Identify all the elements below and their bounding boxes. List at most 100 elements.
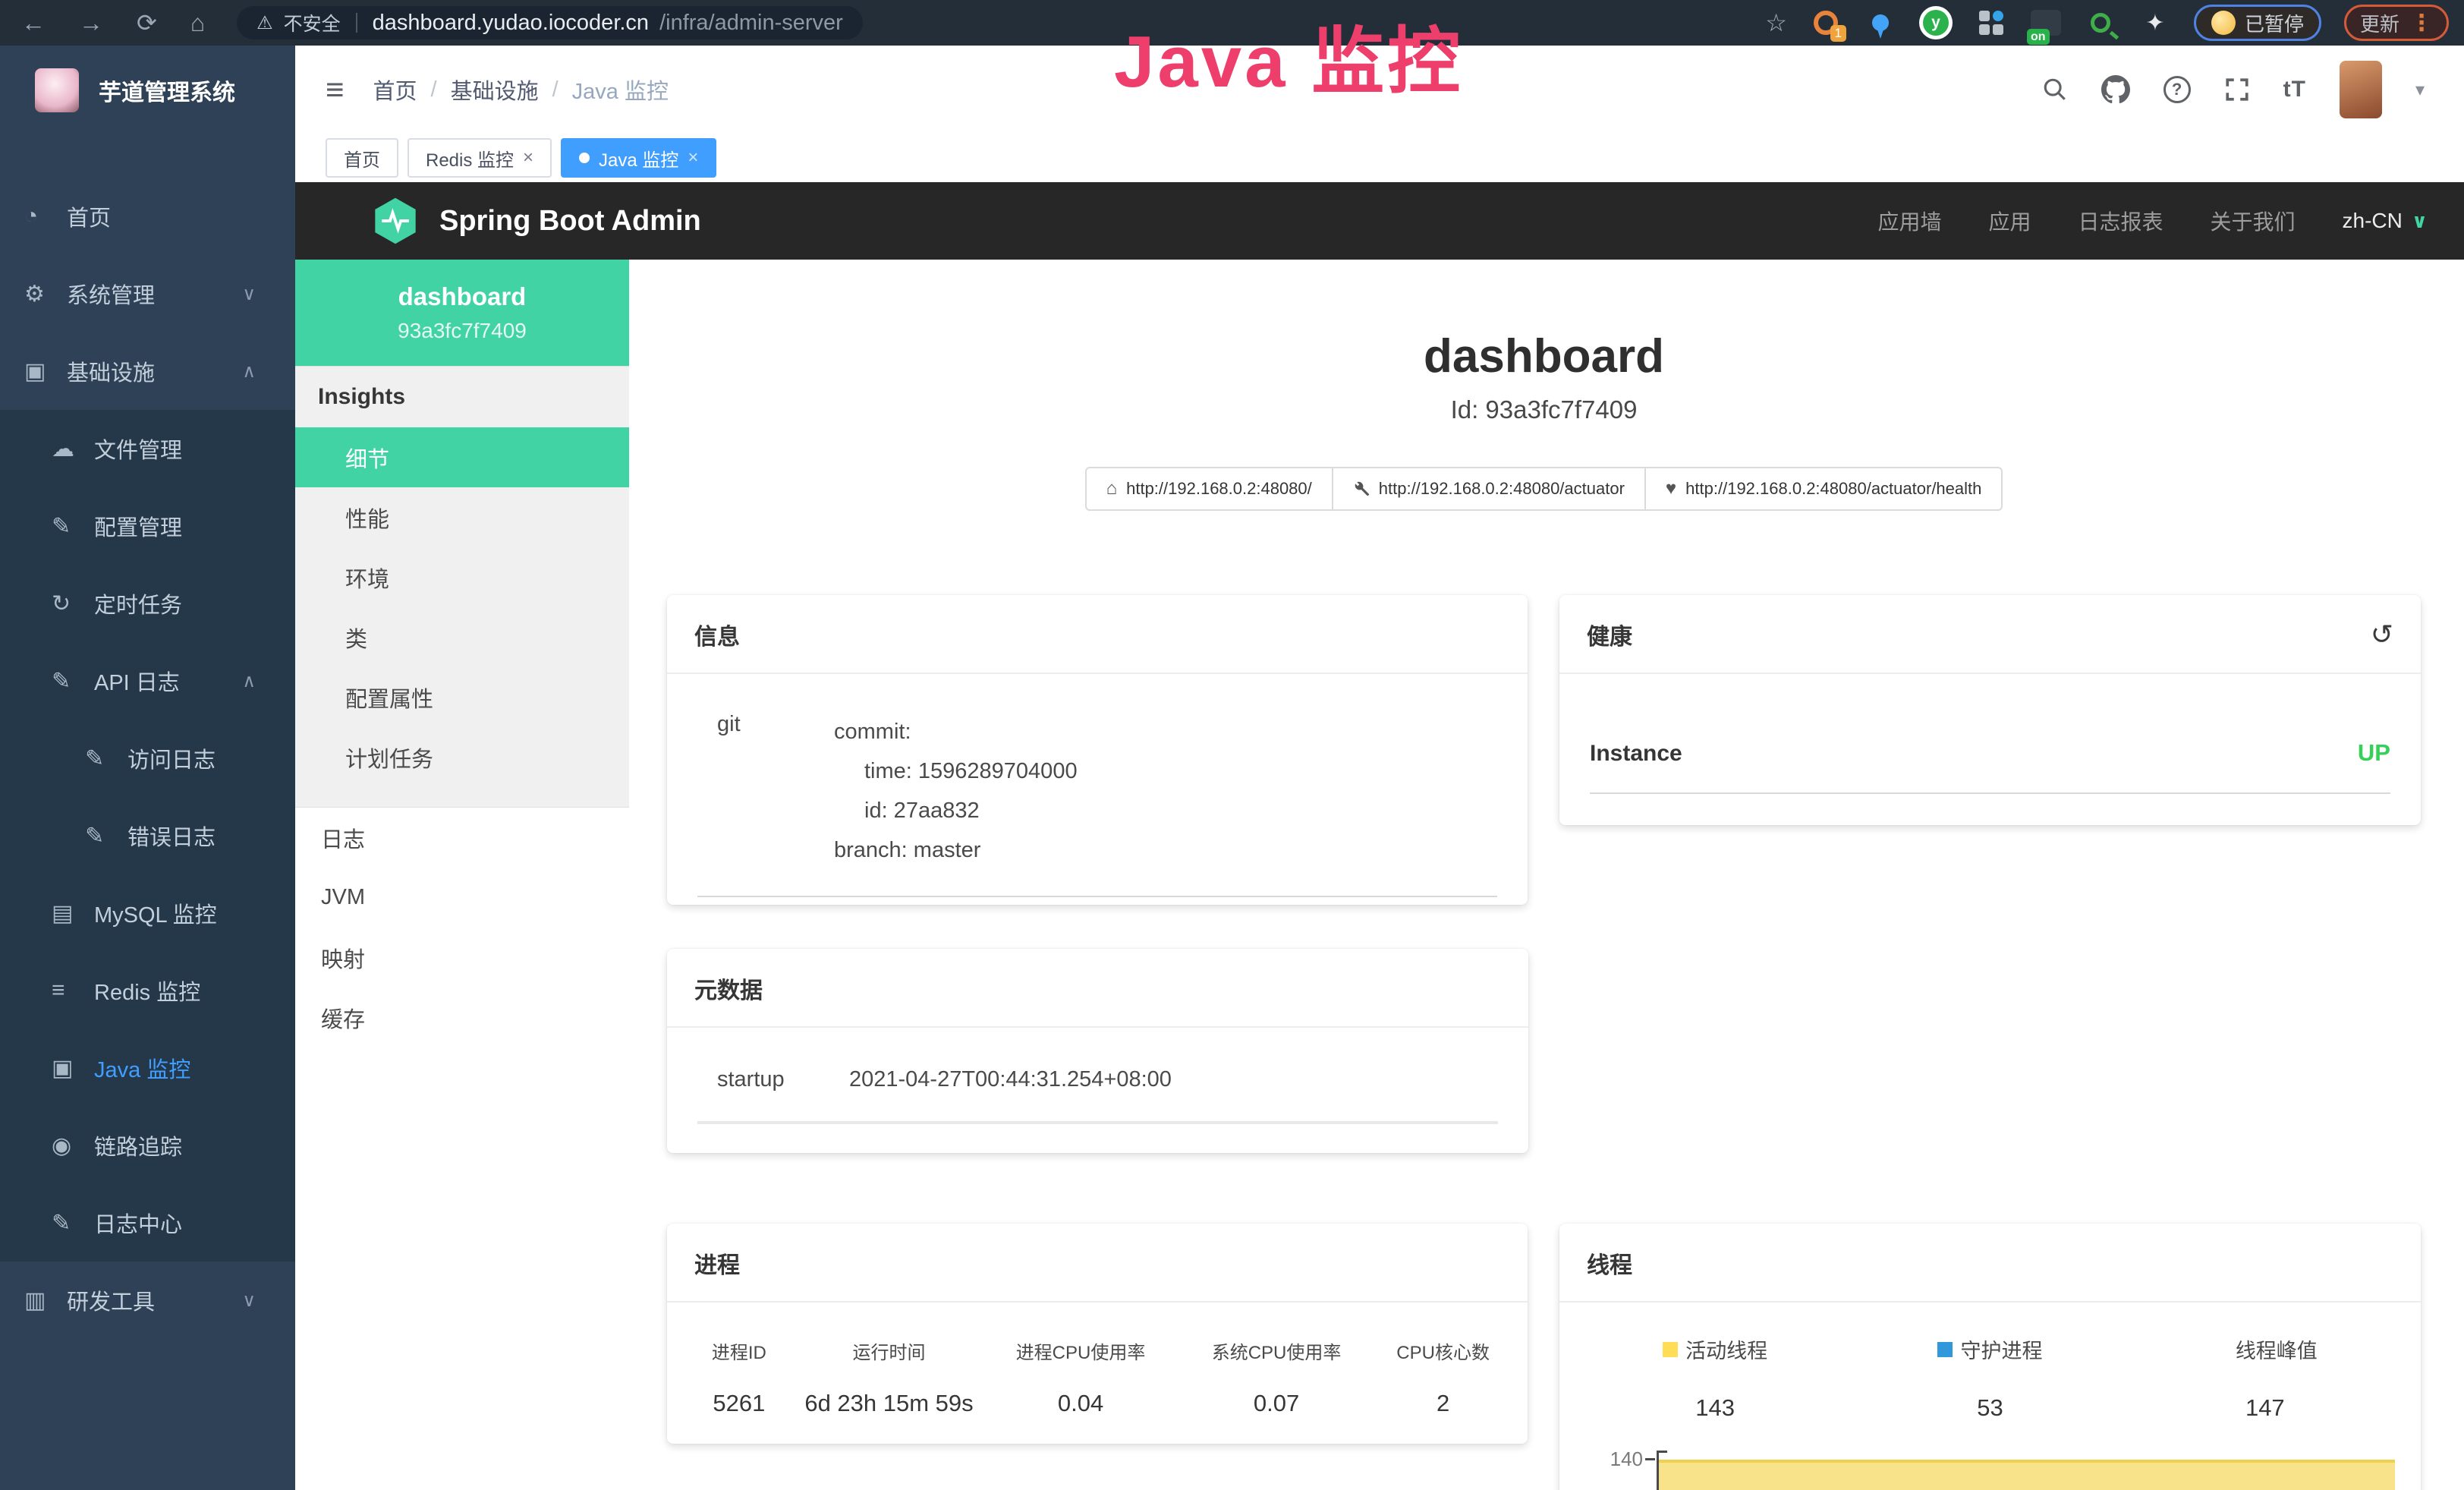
clock-icon: ↻ — [52, 591, 94, 617]
hamburger-icon[interactable]: ≡ — [326, 71, 345, 108]
sba-nav-item[interactable]: 关于我们 — [2211, 206, 2296, 236]
brand-logo — [35, 68, 79, 112]
gear-icon: ⚙ — [24, 281, 67, 307]
page-tab[interactable]: Redis 监控 × — [408, 138, 552, 178]
sba-sidebar-item[interactable]: 缓存 — [295, 988, 629, 1047]
forward-icon[interactable]: → — [79, 11, 103, 35]
extension-orange-icon[interactable]: 1 — [1810, 7, 1842, 39]
close-icon[interactable]: × — [688, 147, 698, 169]
sidebar-item[interactable]: ▥ 研发工具 ∨ — [0, 1262, 295, 1339]
instance-title: dashboard — [667, 329, 2421, 383]
sba-sidebar-item[interactable]: JVM — [295, 868, 629, 928]
security-label[interactable]: 不安全 — [284, 9, 341, 36]
tools-icon: ▥ — [24, 1287, 67, 1314]
chevron-down-icon: ∨ — [2412, 209, 2428, 233]
font-size-icon[interactable]: tT — [2283, 77, 2306, 102]
update-button[interactable]: 更新 ⋮ — [2344, 5, 2449, 41]
breadcrumb-home[interactable]: 首页 — [373, 74, 417, 106]
github-icon[interactable] — [2101, 75, 2130, 104]
sidebar-item[interactable]: ✎ API 日志 ∧ — [0, 642, 295, 720]
sba-item-label: JVM — [321, 885, 365, 910]
sidebar-item[interactable]: ✎ 配置管理 — [0, 487, 295, 565]
sidebar-item[interactable]: ◔ 首页 — [0, 178, 295, 255]
sba-app-header[interactable]: dashboard 93a3fc7f7409 — [295, 260, 629, 366]
sba-item-label: 类 — [345, 622, 367, 654]
page-tab[interactable]: Java 监控 × — [561, 138, 716, 178]
history-icon[interactable]: ↺ — [2371, 621, 2393, 648]
bookmark-star-icon[interactable]: ☆ — [1765, 8, 1787, 37]
insights-group-label: Insights — [295, 367, 629, 427]
sidebar-item[interactable]: ✎ 错误日志 — [0, 797, 295, 874]
sidebar-item[interactable]: ▣ Java 监控 — [0, 1029, 295, 1107]
on-badge: on — [2027, 29, 2050, 45]
close-icon[interactable]: × — [523, 147, 533, 169]
sidebar-item[interactable]: ✎ 访问日志 — [0, 720, 295, 797]
active-threads-area — [1659, 1460, 2395, 1490]
health-url-button[interactable]: ♥ http://192.168.0.2:48080/actuator/heal… — [1644, 467, 2003, 511]
legend-value: 53 — [1852, 1394, 2127, 1422]
process-metric: 运行时间 6d 23h 15m 59s — [798, 1337, 981, 1417]
sba-nav-item[interactable]: 应用 — [1988, 206, 2031, 236]
sba-sidebar-item[interactable]: 映射 — [295, 928, 629, 988]
sba-sidebar-item[interactable]: 细节 — [295, 427, 629, 487]
service-url-button[interactable]: ⌂ http://192.168.0.2:48080/ — [1085, 467, 1333, 511]
sba-sidebar-item[interactable]: 性能 — [295, 487, 629, 547]
sidebar-item[interactable]: ≡ Redis 监控 — [0, 952, 295, 1029]
wrench-icon — [1353, 480, 1370, 497]
sidebar-item[interactable]: ☁ 文件管理 — [0, 410, 295, 487]
brand: 芋道管理系统 — [0, 46, 295, 135]
heartbeat-icon: ♥ — [1666, 480, 1676, 498]
locale-selector[interactable]: zh-CN ∨ — [2343, 209, 2428, 233]
sba-nav-item[interactable]: 日志报表 — [2079, 206, 2163, 236]
sidebar-item[interactable]: ◉ 链路追踪 — [0, 1107, 295, 1184]
card-title: 信息 — [694, 618, 740, 651]
extension-search-icon[interactable] — [2085, 7, 2116, 39]
extension-dark-icon[interactable]: on — [2030, 7, 2062, 39]
sidebar-item[interactable]: ↻ 定时任务 — [0, 565, 295, 642]
legend-value: 143 — [1578, 1394, 1852, 1422]
sidebar-item[interactable]: ▤ MySQL 监控 — [0, 874, 295, 952]
url-path[interactable]: /infra/admin-server — [659, 11, 843, 36]
tab-label: Java 监控 — [599, 145, 678, 172]
sba-sidebar-item[interactable]: 计划任务 — [295, 727, 629, 787]
chevron-down-icon[interactable]: ▾ — [2415, 79, 2425, 101]
profile-paused-chip[interactable]: 已暂停 — [2194, 5, 2321, 41]
sba-content: dashboard Id: 93a3fc7f7409 ⌂ http://192.… — [629, 260, 2464, 1490]
info-row: git commit: time: 1596289704000 i — [697, 712, 1497, 897]
sidebar-item-label: 系统管理 — [67, 278, 155, 310]
sba-brand[interactable]: Spring Boot Admin — [371, 197, 701, 245]
y-axis-tick: 140 — [1578, 1447, 1643, 1471]
green-letter-badge: y — [1923, 10, 1949, 36]
address-bar[interactable]: ⚠ 不安全 dashboard.yudao.iocoder.cn/infra/a… — [237, 6, 863, 39]
sidebar-item-label: 访问日志 — [127, 742, 216, 774]
extension-grid-icon[interactable] — [1975, 7, 2007, 39]
fullscreen-icon[interactable] — [2224, 77, 2250, 102]
sba-nav-item[interactable]: 应用墙 — [1877, 206, 1941, 236]
process-metric-label: 进程CPU使用率 — [980, 1337, 1181, 1364]
page-tab[interactable]: 首页 × — [326, 138, 398, 178]
up-icon: ∧ — [242, 670, 256, 692]
sba-sidebar-item[interactable]: 环境 — [295, 547, 629, 607]
sidebar-item[interactable]: ▣ 基础设施 ∧ — [0, 332, 295, 410]
breadcrumb-infra[interactable]: 基础设施 — [451, 74, 539, 106]
back-icon[interactable]: ← — [21, 11, 46, 35]
sidebar-item-label: 定时任务 — [94, 587, 182, 619]
profile-emoji-icon — [2211, 11, 2236, 35]
help-icon[interactable]: ? — [2163, 76, 2191, 103]
reload-icon[interactable]: ⟳ — [137, 11, 157, 35]
sba-sidebar-item[interactable]: 日志 — [295, 808, 629, 868]
sidebar-item[interactable]: ✎ 日志中心 — [0, 1184, 295, 1262]
sidebar-item[interactable]: ⚙ 系统管理 ∨ — [0, 255, 295, 332]
actuator-url-button[interactable]: http://192.168.0.2:48080/actuator — [1332, 467, 1646, 511]
down-icon: ∨ — [242, 283, 256, 305]
sba-sidebar-item[interactable]: 配置属性 — [295, 667, 629, 727]
search-icon[interactable] — [2042, 77, 2068, 102]
extension-pin-icon[interactable] — [1865, 7, 1896, 39]
home-icon[interactable]: ⌂ — [190, 11, 205, 35]
extensions-puzzle-icon[interactable]: ✦ — [2139, 7, 2171, 39]
extension-green-icon[interactable]: y — [1919, 6, 1953, 39]
url-host[interactable]: dashboard.yudao.iocoder.cn — [373, 11, 649, 36]
user-avatar[interactable] — [2340, 61, 2382, 118]
menu-dots-icon[interactable]: ⋮ — [2410, 10, 2433, 36]
sba-sidebar-item[interactable]: 类 — [295, 607, 629, 667]
